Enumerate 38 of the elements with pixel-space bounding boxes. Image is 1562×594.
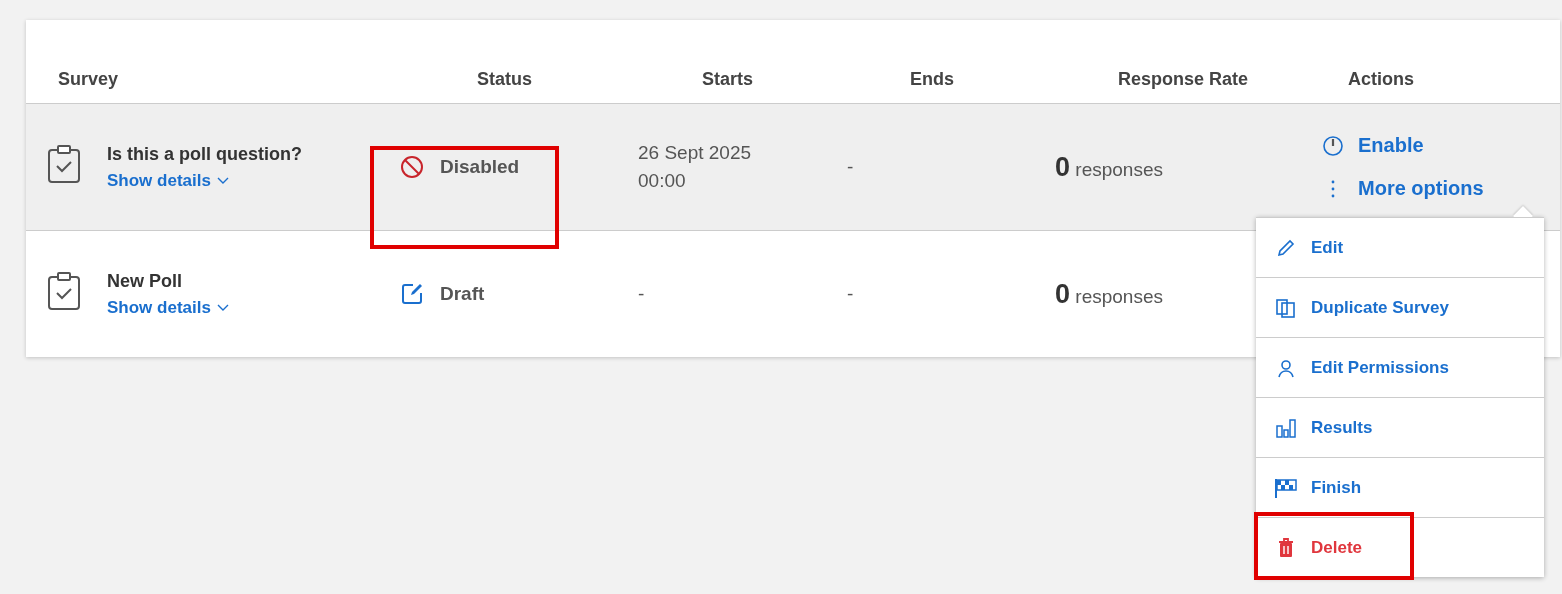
menu-item[interactable]: Edit: [1256, 217, 1544, 277]
more-icon: [1331, 179, 1335, 198]
column-header: Status: [476, 69, 533, 91]
start-date: 26 Sept 2025 00:00: [638, 141, 753, 193]
menu-item[interactable]: Edit Permissions: [1256, 337, 1544, 397]
survey-title: New Poll: [107, 270, 183, 292]
show-details-link[interactable]: Show details: [107, 170, 302, 191]
checkered-flag-icon: [1273, 476, 1298, 499]
more-options-link[interactable]: More options: [1322, 177, 1484, 200]
clipboard-check-icon: [47, 143, 81, 184]
status-label: Disabled: [440, 156, 520, 178]
column-header: Actions: [1347, 69, 1415, 91]
prohibited-icon: [400, 155, 424, 179]
survey-title: Is this a poll question?: [107, 143, 302, 165]
start-date: -: [638, 282, 645, 306]
bar-chart-icon: [1274, 417, 1297, 438]
chevron-down-icon: [216, 176, 229, 185]
copy-icon: [1274, 297, 1297, 318]
pencil-icon: [1275, 237, 1296, 258]
power-icon: [1322, 134, 1344, 157]
edit-square-icon: [400, 282, 424, 306]
menu-item[interactable]: Finish: [1256, 457, 1544, 517]
column-header: Ends: [909, 69, 955, 91]
end-date: -: [847, 283, 854, 305]
end-date: -: [847, 156, 854, 178]
enable-link[interactable]: Enable: [1322, 134, 1424, 157]
menu-item[interactable]: Duplicate Survey: [1256, 277, 1544, 337]
column-header: Survey: [57, 69, 120, 91]
column-header: Starts: [701, 69, 755, 91]
response-count: 0 responses: [1055, 151, 1163, 183]
chevron-down-icon: [216, 303, 229, 312]
column-header: Response Rate: [1117, 69, 1250, 91]
menu-item[interactable]: Results: [1256, 397, 1544, 457]
response-count: 0 responses: [1055, 278, 1163, 310]
clipboard-check-icon: [47, 270, 81, 311]
show-details-link[interactable]: Show details: [107, 297, 229, 318]
status-label: Draft: [440, 283, 485, 305]
person-icon: [1275, 357, 1296, 378]
